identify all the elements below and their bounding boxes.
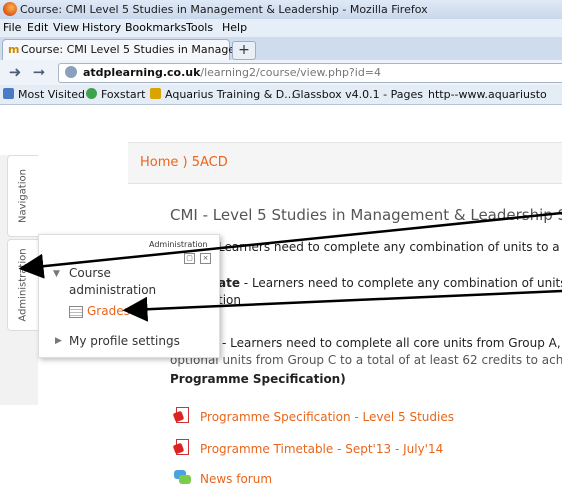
annotation-arrows: [18, 211, 562, 322]
annotation-arrow-administration: [18, 211, 562, 279]
annotation-arrow-grades: [122, 289, 562, 322]
